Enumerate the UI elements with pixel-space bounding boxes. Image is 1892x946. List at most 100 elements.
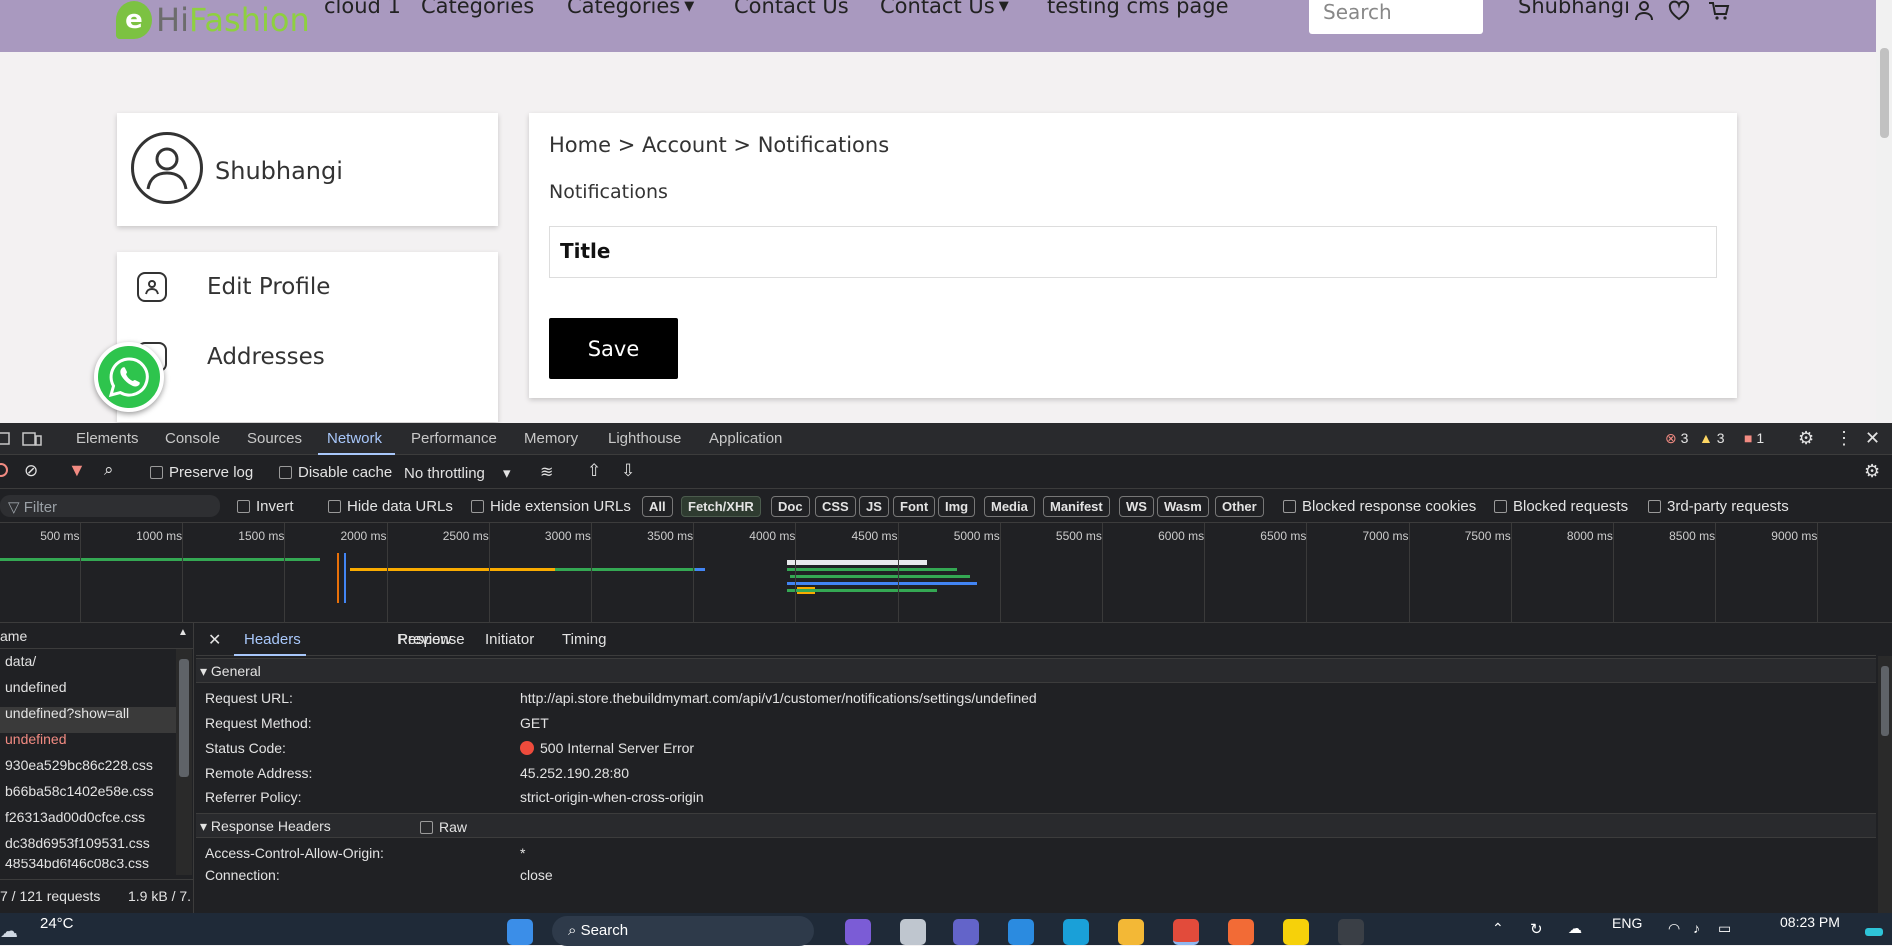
header-value[interactable]: close: [520, 870, 553, 882]
menu-item-addresses[interactable]: Addresses: [137, 342, 325, 372]
request-list-scrollbar-thumb[interactable]: [179, 659, 189, 777]
record-icon[interactable]: [0, 463, 8, 477]
edge-icon[interactable]: [1063, 919, 1089, 945]
task-view-icon[interactable]: [900, 919, 926, 945]
sort-up-icon[interactable]: ▲: [178, 627, 188, 638]
header-value[interactable]: *: [520, 845, 525, 861]
tab-memory[interactable]: Memory: [524, 430, 578, 447]
invert-checkbox[interactable]: Invert: [237, 498, 294, 515]
tab-sources[interactable]: Sources: [247, 430, 302, 447]
chevron-up-icon[interactable]: ⌃: [1492, 920, 1504, 937]
request-row[interactable]: undefined: [5, 679, 67, 695]
type-filter-media[interactable]: Media: [984, 496, 1035, 517]
search-icon[interactable]: ⌕: [104, 460, 114, 480]
postman-icon[interactable]: [1228, 919, 1254, 945]
nav-categories-dropdown[interactable]: Categories ▼: [567, 0, 694, 18]
request-row[interactable]: 930ea529bc86c228.css: [5, 757, 153, 773]
request-row[interactable]: data/: [5, 653, 36, 669]
page-scrollbar-thumb[interactable]: [1880, 48, 1889, 138]
tab-performance[interactable]: Performance: [411, 430, 497, 447]
sync-icon[interactable]: ↻: [1530, 920, 1543, 938]
site-search-input[interactable]: Search: [1309, 0, 1483, 34]
teams-icon[interactable]: [953, 919, 979, 945]
type-filter-doc[interactable]: Doc: [771, 496, 810, 517]
type-filter-all[interactable]: All: [642, 496, 673, 517]
vscode-icon[interactable]: [1008, 919, 1034, 945]
request-row[interactable]: b66ba58c1402e58e.css: [5, 783, 154, 799]
device-toolbar-icon[interactable]: [22, 431, 42, 447]
issues-counter[interactable]: ■ 1: [1744, 430, 1764, 446]
notification-indicator[interactable]: [1865, 928, 1883, 936]
save-button[interactable]: Save: [549, 318, 678, 379]
tab-console[interactable]: Console: [165, 430, 220, 447]
header-value[interactable]: 45.252.190.28:80: [520, 765, 629, 781]
request-row[interactable]: 48534bd6f46c08c3.css: [5, 859, 149, 869]
tab-timing[interactable]: Timing: [562, 631, 606, 648]
type-filter-other[interactable]: Other: [1215, 496, 1264, 517]
blocked-requests-checkbox[interactable]: Blocked requests: [1494, 498, 1628, 515]
hide-extension-urls-checkbox[interactable]: Hide extension URLs: [471, 498, 631, 515]
nav-contact-us-dropdown[interactable]: Contact Us ▼: [880, 0, 1009, 18]
battery-icon[interactable]: ▭: [1718, 920, 1731, 937]
details-scrollbar-thumb[interactable]: [1881, 666, 1889, 736]
raw-checkbox[interactable]: Raw: [420, 819, 467, 835]
request-row[interactable]: dc38d6953f109531.css: [5, 835, 150, 851]
more-options-icon[interactable]: ⋮: [1835, 428, 1853, 449]
header-value[interactable]: strict-origin-when-cross-origin: [520, 789, 704, 805]
copilot-icon[interactable]: [845, 919, 871, 945]
close-devtools-icon[interactable]: ✕: [1865, 428, 1880, 449]
tab-elements[interactable]: Elements: [76, 430, 139, 447]
general-section-header[interactable]: ▾ General: [196, 658, 1876, 683]
network-settings-icon[interactable]: ⚙: [1864, 461, 1880, 482]
throttling-select[interactable]: No throttling ▾: [404, 464, 511, 482]
request-row-selected[interactable]: undefined: [5, 731, 67, 747]
type-filter-manifest[interactable]: Manifest: [1043, 496, 1110, 517]
header-value[interactable]: http://api.store.thebuildmymart.com/api/…: [520, 690, 1037, 706]
weather-temperature[interactable]: 24°C: [40, 915, 74, 932]
filter-funnel-icon[interactable]: ▼: [68, 460, 86, 481]
nav-cloud-1[interactable]: cloud 1: [324, 0, 401, 18]
header-user-name[interactable]: Shubhangi: [1518, 0, 1630, 18]
weather-cloud-icon[interactable]: ☁: [0, 921, 18, 942]
page-scrollbar[interactable]: [1876, 0, 1892, 420]
heart-icon[interactable]: [1668, 0, 1690, 22]
cart-icon[interactable]: [1708, 0, 1730, 22]
third-party-checkbox[interactable]: 3rd-party requests: [1648, 498, 1789, 515]
type-filter-font[interactable]: Font: [893, 496, 936, 517]
tab-network[interactable]: Network: [327, 430, 382, 447]
hide-data-urls-checkbox[interactable]: Hide data URLs: [328, 498, 453, 515]
type-filter-css[interactable]: CSS: [815, 496, 856, 517]
warnings-counter[interactable]: ▲ 3: [1699, 430, 1725, 446]
nav-categories[interactable]: Categories: [421, 0, 534, 18]
network-timeline-overview[interactable]: 500 ms 1000 ms 1500 ms 2000 ms 2500 ms 3000 m…: [0, 523, 1892, 623]
tab-response[interactable]: Response: [397, 631, 465, 648]
response-headers-section-header[interactable]: ▾ Response Headers Raw: [196, 813, 1876, 838]
windows-start-icon[interactable]: [507, 919, 533, 945]
clear-icon[interactable]: ⊘: [24, 461, 38, 481]
type-filter-fetch-xhr[interactable]: Fetch/XHR: [681, 496, 761, 517]
file-explorer-icon[interactable]: [1118, 919, 1144, 945]
wifi-icon[interactable]: ◠: [1668, 920, 1680, 937]
settings-gear-icon[interactable]: ⚙: [1798, 428, 1814, 449]
terminal-icon[interactable]: [1338, 919, 1364, 945]
export-har-icon[interactable]: ⇩: [621, 461, 635, 481]
network-conditions-icon[interactable]: ≋: [540, 462, 553, 482]
nav-contact-us[interactable]: Contact Us: [734, 0, 849, 18]
onedrive-icon[interactable]: ☁: [1568, 920, 1582, 937]
filter-input[interactable]: ▽ Filter: [0, 495, 220, 517]
taskbar-search[interactable]: ⌕ Search: [552, 916, 814, 946]
type-filter-wasm[interactable]: Wasm: [1157, 496, 1209, 517]
header-value[interactable]: GET: [520, 715, 549, 731]
inspect-icon[interactable]: [0, 431, 12, 447]
blocked-cookies-checkbox[interactable]: Blocked response cookies: [1283, 498, 1476, 515]
status-code-value[interactable]: 500 Internal Server Error: [520, 740, 694, 756]
close-details-icon[interactable]: ✕: [208, 630, 221, 650]
menu-item-edit-profile[interactable]: Edit Profile: [137, 272, 330, 302]
import-har-icon[interactable]: ⇧: [587, 461, 601, 481]
sticky-notes-icon[interactable]: [1283, 919, 1309, 945]
details-scrollbar[interactable]: [1878, 656, 1892, 913]
clock-time[interactable]: 08:23 PM: [1780, 914, 1840, 930]
nav-testing-cms-page[interactable]: testing cms page: [1047, 0, 1229, 18]
type-filter-js[interactable]: JS: [859, 496, 889, 517]
whatsapp-button[interactable]: [94, 342, 164, 412]
